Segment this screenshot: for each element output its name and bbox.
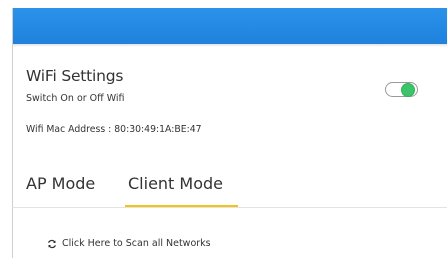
header-bar — [12, 8, 447, 44]
scan-networks-link[interactable]: Click Here to Scan all Networks — [47, 238, 211, 249]
wifi-settings-subtitle: Switch On or Off Wifi — [26, 93, 125, 104]
tab-client-mode[interactable]: Client Mode — [128, 174, 223, 193]
tabs-divider — [12, 207, 447, 208]
mac-address-label: Wifi Mac Address : 80:30:49:1A:BE:47 — [26, 124, 202, 135]
wifi-settings-panel: WiFi Settings Switch On or Off Wifi Wifi… — [0, 0, 447, 258]
panel-left-border — [12, 8, 13, 258]
tab-ap-mode[interactable]: AP Mode — [26, 174, 95, 193]
scan-networks-label: Click Here to Scan all Networks — [62, 238, 211, 249]
wifi-toggle[interactable] — [385, 82, 418, 97]
toggle-knob — [402, 84, 414, 96]
header-shadow — [12, 44, 447, 47]
refresh-icon — [47, 239, 57, 249]
wifi-settings-title: WiFi Settings — [26, 67, 124, 85]
